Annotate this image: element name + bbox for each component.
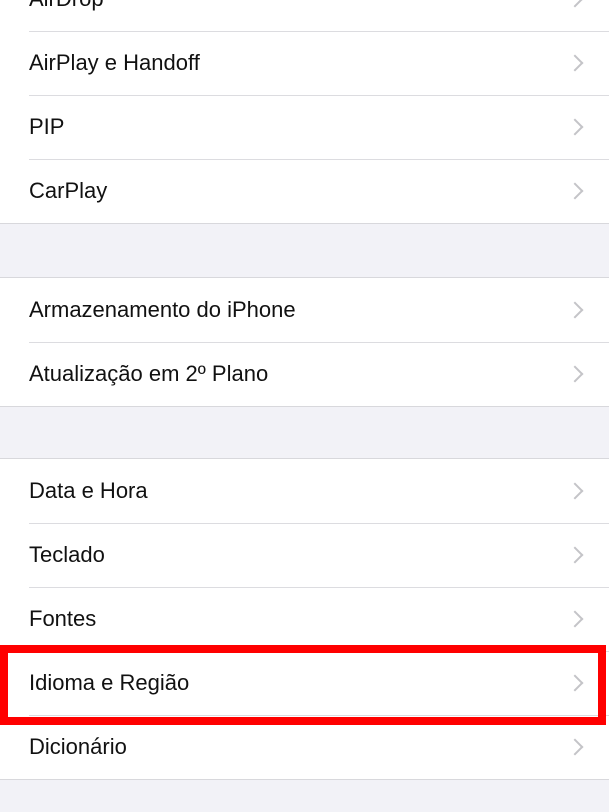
row-label: AirPlay e Handoff bbox=[29, 50, 200, 75]
settings-row-background-refresh[interactable]: Atualização em 2º Plano bbox=[0, 342, 609, 406]
settings-row-iphone-storage[interactable]: Armazenamento do iPhone bbox=[0, 278, 609, 342]
settings-row-language-region[interactable]: Idioma e Região bbox=[0, 651, 609, 715]
row-label: PIP bbox=[29, 114, 65, 139]
settings-group-locale: Data e Hora Teclado Fontes Idioma e Regi… bbox=[0, 458, 609, 780]
settings-row-date-time[interactable]: Data e Hora bbox=[0, 459, 609, 523]
row-label: CarPlay bbox=[29, 178, 108, 203]
row-label: Fontes bbox=[29, 606, 97, 631]
settings-row-pip[interactable]: PIP bbox=[0, 95, 609, 159]
row-label: Atualização em 2º Plano bbox=[29, 361, 269, 386]
settings-group-storage: Armazenamento do iPhone Atualização em 2… bbox=[0, 277, 609, 407]
row-label: Idioma e Região bbox=[29, 670, 190, 695]
settings-group-connectivity: AirDrop AirPlay e Handoff PIP CarPlay bbox=[0, 0, 609, 224]
row-label: AirDrop bbox=[29, 0, 609, 12]
settings-row-carplay[interactable]: CarPlay bbox=[0, 159, 609, 223]
row-label: Dicionário bbox=[29, 734, 127, 759]
settings-row-fonts[interactable]: Fontes bbox=[0, 587, 609, 651]
settings-row-airdrop[interactable]: AirDrop bbox=[0, 0, 609, 31]
settings-row-keyboard[interactable]: Teclado bbox=[0, 523, 609, 587]
row-label: Data e Hora bbox=[29, 478, 148, 503]
row-label: Armazenamento do iPhone bbox=[29, 297, 296, 322]
settings-row-airplay-handoff[interactable]: AirPlay e Handoff bbox=[0, 31, 609, 95]
row-label: Teclado bbox=[29, 542, 105, 567]
settings-row-dictionary[interactable]: Dicionário bbox=[0, 715, 609, 779]
